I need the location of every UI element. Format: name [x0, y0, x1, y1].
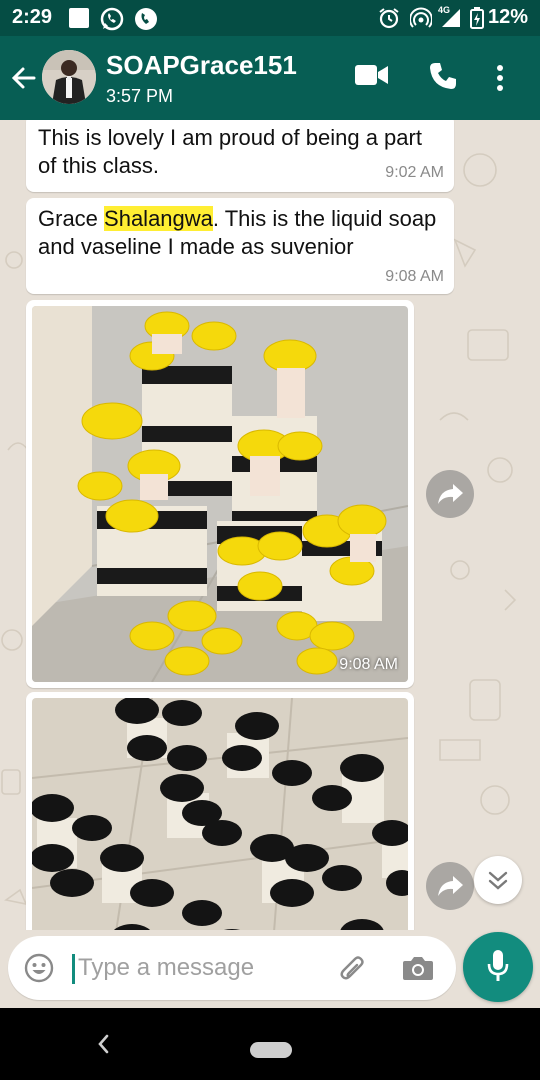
battery-percent: 12% [487, 6, 528, 28]
more-options-icon[interactable] [496, 64, 504, 97]
voice-call-icon[interactable] [428, 61, 458, 96]
forward-icon [438, 484, 463, 504]
phone-icon [134, 7, 158, 36]
message-time: 9:08 AM [385, 268, 444, 285]
message-text-prefix: Grace [38, 206, 105, 231]
image-message[interactable] [26, 692, 414, 930]
attach-icon[interactable] [336, 952, 370, 991]
message-text: This is lovely I am proud of being a par… [38, 125, 422, 178]
forward-button[interactable] [426, 470, 474, 518]
back-arrow-icon[interactable] [10, 64, 38, 97]
hotspot-icon [409, 7, 433, 34]
text-caret [72, 954, 75, 984]
status-bar: 2:29 4G 12% [0, 0, 540, 36]
scroll-to-bottom-button[interactable] [474, 856, 522, 904]
voice-message-button[interactable] [463, 932, 533, 1002]
image-message[interactable]: 9:08 AM [26, 300, 414, 688]
system-navigation-bar [0, 1008, 540, 1080]
emoji-icon[interactable] [24, 953, 54, 988]
forward-button[interactable] [426, 862, 474, 910]
avatar[interactable] [42, 50, 96, 104]
microphone-icon [486, 948, 510, 989]
search-highlight: Shalangwa [104, 206, 213, 231]
status-time: 2:29 [12, 6, 53, 28]
signal-icon [440, 7, 462, 34]
yellow-lid-jars-photo[interactable]: 9:08 AM [32, 306, 408, 682]
message-bubble[interactable]: Grace Shalangwa. This is the liquid soap… [26, 198, 454, 294]
message-text: Grace Shalangwa. This is the liquid soap… [38, 205, 448, 261]
message-time: 9:02 AM [385, 164, 444, 181]
camera-icon[interactable] [402, 954, 434, 987]
message-bubble[interactable]: This is lovely I am proud of being a par… [26, 120, 454, 192]
contact-name[interactable]: SOAPGrace151 [106, 50, 297, 81]
whatsapp-icon [100, 7, 124, 36]
black-lid-jars-photo[interactable] [32, 698, 408, 930]
alarm-icon [378, 7, 400, 34]
forward-icon [438, 876, 463, 896]
last-seen: 3:57 PM [106, 86, 174, 106]
message-input[interactable] [78, 950, 328, 986]
video-call-icon[interactable] [355, 64, 389, 91]
message-composer[interactable] [8, 936, 456, 1000]
notification-square-icon [68, 7, 90, 34]
battery-icon [470, 7, 484, 34]
system-back-icon[interactable] [94, 1032, 114, 1061]
image-time: 9:08 AM [339, 656, 398, 673]
system-home-pill[interactable] [250, 1042, 292, 1058]
chat-header: SOAPGrace151 3:57 PM [0, 36, 540, 120]
message-input-bar [0, 930, 540, 1008]
chat-area[interactable]: This is lovely I am proud of being a par… [0, 120, 540, 930]
double-chevron-down-icon [488, 871, 508, 890]
